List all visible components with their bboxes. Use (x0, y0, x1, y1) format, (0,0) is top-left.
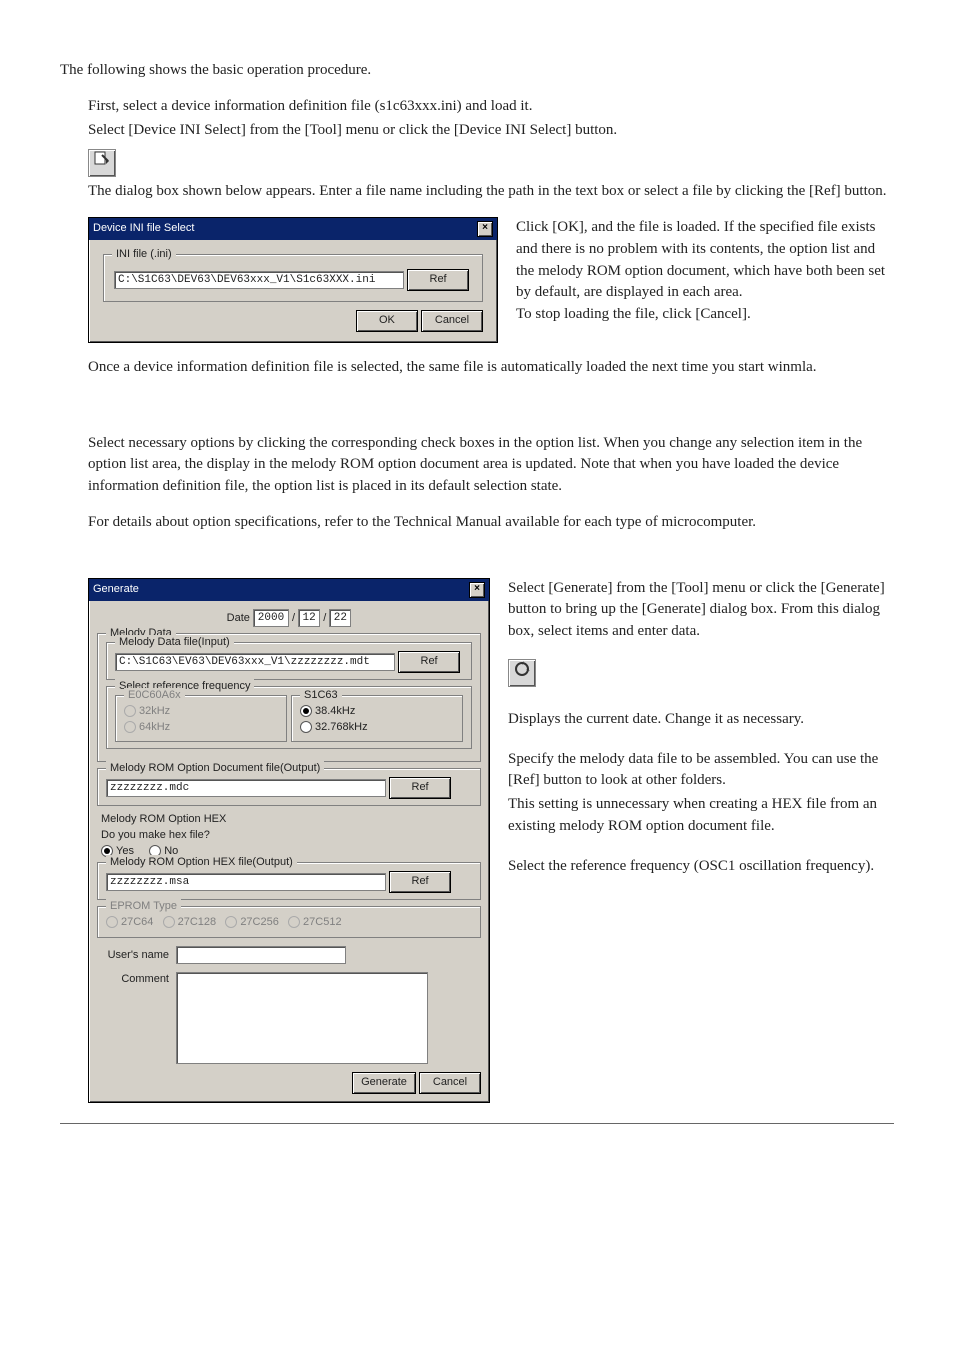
step1-right-text2: To stop loading the file, click [Cancel]… (516, 304, 894, 326)
date-day-input[interactable]: 22 (329, 609, 351, 627)
ref-button[interactable]: Ref (389, 777, 451, 799)
freq-64khz: 64kHz (139, 721, 170, 733)
ref-button[interactable]: Ref (389, 871, 451, 893)
step1-after-icon: The dialog box shown below appears. Ente… (88, 181, 894, 203)
radio-icon[interactable] (300, 721, 312, 733)
step3-r3b: This setting is unnecessary when creatin… (508, 794, 894, 838)
device-ini-select-icon[interactable] (88, 149, 116, 177)
date-year-input[interactable]: 2000 (253, 609, 289, 627)
ini-path-input[interactable]: C:\S1C63\DEV63\DEV63xxx_V1\S1c63XXX.ini (114, 271, 404, 289)
generate-button[interactable]: Generate (352, 1072, 416, 1094)
eprom-27c64: 27C64 (121, 916, 153, 928)
eprom-27c256: 27C256 (240, 916, 279, 928)
dialog-title: Device INI file Select (93, 221, 194, 237)
generate-dialog-title: Generate (93, 582, 139, 598)
step3-r3a: Specify the melody data file to be assem… (508, 749, 894, 793)
intro-text: The following shows the basic operation … (60, 60, 894, 82)
ini-legend: INI file (.ini) (112, 247, 176, 263)
radio-icon (163, 916, 175, 928)
step2-line1: Select necessary options by clicking the… (88, 433, 894, 498)
radio-icon (288, 916, 300, 928)
freq-right-title: S1C63 (300, 688, 342, 704)
radio-icon (124, 721, 136, 733)
cancel-button[interactable]: Cancel (419, 1072, 481, 1094)
freq-32khz: 32kHz (139, 705, 170, 717)
generate-dialog: Generate × Date 2000 / 12 / 22 Melody Da… (88, 578, 490, 1103)
ref-button[interactable]: Ref (407, 269, 469, 291)
step3-r1: Select [Generate] from the [Tool] menu o… (508, 578, 894, 643)
generate-icon[interactable] (508, 659, 536, 687)
step1-line1: First, select a device information defin… (88, 96, 894, 118)
eprom-27c128: 27C128 (178, 916, 217, 928)
hex-file-legend: Melody ROM Option HEX file(Output) (106, 855, 297, 871)
step1-right-text: Click [OK], and the file is loaded. If t… (516, 217, 894, 304)
radio-icon[interactable] (300, 705, 312, 717)
ok-button[interactable]: OK (356, 310, 418, 332)
date-label: Date (227, 612, 250, 624)
close-icon[interactable]: × (477, 221, 493, 237)
freq-32768khz: 32.768kHz (315, 721, 368, 733)
step3-r2: Displays the current date. Change it as … (508, 709, 894, 731)
hex-question: Do you make hex file? (101, 828, 481, 844)
radio-icon (225, 916, 237, 928)
eprom-legend: EPROM Type (106, 899, 181, 915)
eprom-27c512: 27C512 (303, 916, 342, 928)
ref-button[interactable]: Ref (398, 651, 460, 673)
hex-path-input[interactable]: zzzzzzzz.msa (106, 873, 386, 891)
radio-icon (106, 916, 118, 928)
cancel-button[interactable]: Cancel (421, 310, 483, 332)
step1-line2: Select [Device INI Select] from the [Too… (88, 120, 894, 142)
close-icon[interactable]: × (469, 582, 485, 598)
step1-bottom: Once a device information definition fil… (88, 357, 894, 379)
hex-group-label: Melody ROM Option HEX (101, 812, 481, 828)
user-name-label: User's name (97, 948, 169, 964)
user-name-input[interactable] (176, 946, 346, 964)
step2-line2: For details about option specifications,… (88, 512, 894, 534)
footer-rule (60, 1123, 894, 1124)
comment-input[interactable] (176, 972, 428, 1064)
date-month-input[interactable]: 12 (298, 609, 320, 627)
freq-384khz: 38.4kHz (315, 705, 355, 717)
freq-left-title: E0C60A6x (124, 688, 185, 704)
mdc-legend: Melody ROM Option Document file(Output) (106, 761, 324, 777)
device-ini-dialog: Device INI file Select × INI file (.ini)… (88, 217, 498, 343)
mdt-path-input[interactable]: C:\S1C63\EV63\DEV63xxx_V1\zzzzzzzz.mdt (115, 653, 395, 671)
step3-r4: Select the reference frequency (OSC1 osc… (508, 856, 894, 878)
comment-label: Comment (97, 972, 169, 988)
radio-icon (124, 705, 136, 717)
mdc-path-input[interactable]: zzzzzzzz.mdc (106, 779, 386, 797)
mdt-file-legend: Melody Data file(Input) (115, 635, 234, 651)
